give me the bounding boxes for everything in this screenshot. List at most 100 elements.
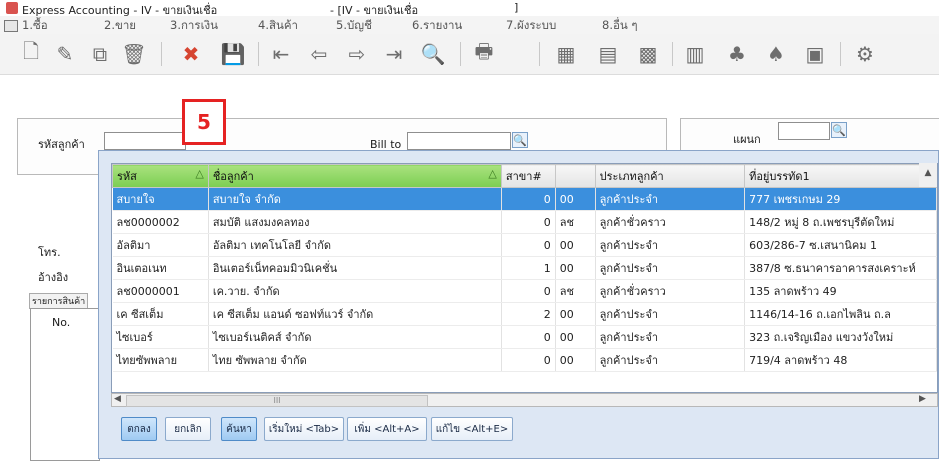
table-row[interactable]: อินเตอเนท อินเตอร์เน็ทคอมมิวนิเคชั่น 1 0… — [112, 256, 937, 280]
column-header-customer-name[interactable]: ชื่อลูกค้า △ — [207, 164, 502, 188]
approve-icon[interactable]: ♠ — [763, 40, 789, 68]
print-icon[interactable]: 🖶 — [471, 39, 497, 68]
menu-sales[interactable]: 2.ขาย — [104, 17, 136, 35]
cell-code: สบายใจ — [112, 187, 209, 211]
cell-branch: 0 — [501, 325, 556, 349]
toolbar-separator — [460, 42, 461, 66]
cell-branch: 0 — [501, 210, 556, 234]
cell-type: ลูกค้าประจำ — [595, 302, 746, 326]
table-row[interactable]: สบายใจ สบายใจ จำกัด 0 00 ลูกค้าประจำ 777… — [112, 187, 937, 211]
stamp-icon[interactable]: ♣ — [724, 40, 750, 68]
department-lookup-icon[interactable]: 🔍 — [831, 122, 847, 138]
table-row[interactable]: ลช0000001 เค.วาย. จำกัด 0 ลช ลูกค้าชั่วค… — [112, 279, 937, 303]
bill-to-lookup-icon[interactable]: 🔍 — [512, 132, 528, 148]
cell-type: ลูกค้าชั่วคราว — [595, 279, 746, 303]
customer-table: รหัส △ ชื่อลูกค้า △ สาขา# ประเภทลูกค้า ที่… — [112, 164, 937, 372]
calculator-icon[interactable]: ▦ — [553, 40, 579, 68]
table-row[interactable]: ไซเบอร์ ไซเบอร์เนติคส์ จำกัด 0 00 ลูกค้า… — [112, 325, 937, 349]
customer-code-input[interactable] — [104, 132, 186, 150]
department-label: แผนก — [733, 133, 761, 146]
menu-inventory[interactable]: 4.สินค้า — [258, 17, 298, 35]
last-icon[interactable]: ⇥ — [381, 40, 407, 68]
reset-button[interactable]: เริ่มใหม่ <Tab> — [264, 417, 344, 441]
search-icon[interactable]: 🔍 — [420, 40, 446, 68]
menu-system[interactable]: 7.ผังระบบ — [506, 17, 556, 35]
cell-branch: 1 — [501, 256, 556, 280]
cell-code: ไทยซัพพลาย — [112, 348, 209, 372]
menu-purchase[interactable]: 1.ซื้อ — [22, 17, 48, 35]
add-button[interactable]: เพิ่ม <Alt+A> — [347, 417, 427, 441]
settings-icon[interactable]: ⚙ — [852, 40, 878, 68]
cell-address: 387/8 ซ.ธนาคารอาคารสงเคราะห์ — [744, 256, 937, 280]
window-menu-icon[interactable] — [4, 20, 18, 32]
scroll-thumb[interactable]: III — [126, 395, 428, 407]
cell-name: สมบัติ แสงมงคลทอง — [208, 210, 502, 234]
cell-type: ลูกค้าประจำ — [595, 348, 746, 372]
horizontal-scrollbar[interactable]: ◀ III ▶ — [111, 393, 938, 407]
table-row[interactable]: ลช0000002 สมบัติ แสงมงคลทอง 0 ลช ลูกค้าช… — [112, 210, 937, 234]
bill-to-input[interactable] — [407, 132, 511, 150]
items-no-header: No. — [52, 316, 71, 329]
cancel-button[interactable]: ยกเลิก — [165, 417, 211, 441]
menu-finance[interactable]: 3.การเงิน — [170, 17, 218, 35]
customer-lookup-dialog: รหัส △ ชื่อลูกค้า △ สาขา# ประเภทลูกค้า ที่… — [98, 150, 939, 459]
cell-type: ลูกค้าประจำ — [595, 233, 746, 257]
first-icon[interactable]: ⇤ — [268, 40, 294, 68]
toolbar-separator — [539, 42, 540, 66]
cell-address: 777 เพชรเกษม 29 — [744, 187, 937, 211]
customer-lookup-grid: รหัส △ ชื่อลูกค้า △ สาขา# ประเภทลูกค้า ที่… — [111, 163, 938, 393]
table-row[interactable]: ไทยซัพพลาย ไทย ซัพพลาย จำกัด 0 00 ลูกค้า… — [112, 348, 937, 372]
menu-reports[interactable]: 6.รายงาน — [412, 17, 462, 35]
grid-icon[interactable]: ▩ — [635, 40, 661, 68]
next-icon[interactable]: ⇨ — [344, 40, 370, 68]
menu-bar: 1.ซื้อ 2.ขาย 3.การเงิน 4.สินค้า 5.บัญชี … — [0, 16, 939, 34]
report-icon[interactable]: ▥ — [682, 40, 708, 68]
document-icon[interactable]: ▣ — [802, 40, 828, 68]
copy-icon[interactable]: ⧉ — [87, 40, 113, 68]
column-header-address[interactable]: ที่อยู่บรรทัด1 — [744, 164, 937, 188]
cell-type: ลูกค้าประจำ — [595, 325, 746, 349]
reference-label: อ้างอิง — [38, 271, 69, 284]
toolbar-separator — [672, 42, 673, 66]
scroll-left-icon[interactable]: ◀ — [114, 394, 121, 404]
department-input[interactable] — [778, 122, 830, 140]
cell-branch-code: 00 — [555, 233, 596, 257]
ok-button[interactable]: ตกลง — [121, 417, 157, 441]
cell-name: อินเตอร์เน็ทคอมมิวนิเคชั่น — [208, 256, 502, 280]
column-header-branch[interactable]: สาขา# — [500, 164, 556, 188]
cell-code: เค ซีสเต็ม — [112, 302, 209, 326]
edit-button[interactable]: แก้ไข <Alt+E> — [431, 417, 513, 441]
items-tab[interactable]: รายการสินค้า — [29, 293, 89, 309]
scroll-right-icon[interactable]: ▶ — [919, 394, 926, 404]
edit-icon[interactable]: ✎ — [52, 40, 78, 68]
cell-branch: 0 — [501, 348, 556, 372]
vertical-scrollbar[interactable]: ▲ — [919, 163, 937, 187]
save-icon[interactable]: 💾 — [220, 40, 246, 68]
search-button[interactable]: ค้นหา — [221, 417, 257, 441]
cell-name: เค ซีสเต็ม แอนด์ ซอฟท์แวร์ จำกัด — [208, 302, 502, 326]
cell-address: 603/286-7 ซ.เสนานิคม 1 — [744, 233, 937, 257]
form-icon[interactable]: ▤ — [595, 40, 621, 68]
title-bar: Express Accounting - IV - ขายเงินเชื่อ -… — [0, 0, 939, 17]
cell-name: ไทย ซัพพลาย จำกัด — [208, 348, 502, 372]
table-row[interactable]: อัลติมา อัลติมา เทคโนโลยี จำกัด 0 00 ลูก… — [112, 233, 937, 257]
cell-name: ไซเบอร์เนติคส์ จำกัด — [208, 325, 502, 349]
cell-address: 719/4 ลาดพร้าว 48 — [744, 348, 937, 372]
menu-accounting[interactable]: 5.บัญชี — [336, 17, 372, 35]
cell-branch-code: 00 — [555, 302, 596, 326]
scroll-up-icon[interactable]: ▲ — [919, 163, 937, 183]
cell-type: ลูกค้าชั่วคราว — [595, 210, 746, 234]
items-grid — [30, 308, 100, 461]
toolbar-separator — [258, 42, 259, 66]
cancel-icon[interactable]: ✖ — [178, 40, 204, 68]
column-header-branch-code[interactable] — [554, 164, 596, 188]
new-icon[interactable]: 🗋 — [18, 39, 44, 68]
cell-address: 1146/14-16 ถ.เอกไพลิน ถ.ล — [744, 302, 937, 326]
cell-address: 135 ลาดพร้าว 49 — [744, 279, 937, 303]
previous-icon[interactable]: ⇦ — [306, 40, 332, 68]
delete-icon[interactable]: 🗑 — [121, 40, 147, 68]
menu-other[interactable]: 8.อื่น ๆ — [602, 17, 638, 35]
table-row[interactable]: เค ซีสเต็ม เค ซีสเต็ม แอนด์ ซอฟท์แวร์ จำ… — [112, 302, 937, 326]
column-header-customer-type[interactable]: ประเภทลูกค้า — [594, 164, 746, 188]
column-header-code[interactable]: รหัส △ — [112, 164, 209, 188]
